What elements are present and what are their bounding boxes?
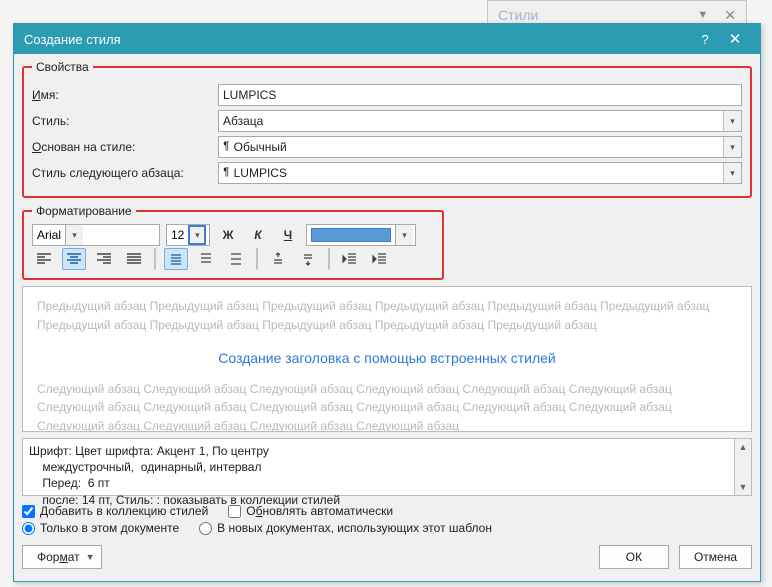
create-style-dialog: Создание стиля ? ✕ Свойства Имя: Стиль: …: [13, 23, 761, 582]
next-style-label: Стиль следующего абзаца:: [32, 166, 218, 180]
desc-line: междустрочный, одинарный, интервал: [29, 459, 728, 475]
font-combo[interactable]: Arial ▾: [32, 224, 160, 246]
line-spacing-15-button[interactable]: [194, 248, 218, 270]
font-color-combo[interactable]: ▾: [306, 224, 416, 246]
italic-button[interactable]: К: [246, 224, 270, 246]
decrease-indent-button[interactable]: [338, 248, 362, 270]
close-button[interactable]: ✕: [720, 30, 750, 48]
preview-box: Предыдущий абзац Предыдущий абзац Предыд…: [22, 286, 752, 432]
preview-next-para: Следующий абзац Следующий абзац Следующи…: [37, 380, 737, 432]
format-button[interactable]: Формат▼: [22, 545, 102, 569]
next-style-value: LUMPICS: [234, 166, 287, 180]
underline-button[interactable]: Ч: [276, 224, 300, 246]
font-size-combo[interactable]: 12 ▾: [166, 224, 210, 246]
line-spacing-2-button[interactable]: [224, 248, 248, 270]
pilcrow-icon: ¶: [223, 141, 230, 153]
preview-prev-para: Предыдущий абзац Предыдущий абзац Предыд…: [37, 297, 737, 334]
scroll-down-icon[interactable]: ▼: [735, 479, 751, 495]
ok-button[interactable]: ОК: [599, 545, 669, 569]
align-right-button[interactable]: [92, 248, 116, 270]
chevron-down-icon[interactable]: ▾: [723, 137, 741, 157]
desc-line: Перед: 6 пт: [29, 475, 728, 491]
chevron-down-icon[interactable]: ▾: [395, 225, 413, 245]
style-type-value: Абзаца: [223, 114, 263, 128]
name-label: Имя:: [32, 88, 218, 102]
pilcrow-icon: ¶: [223, 167, 230, 179]
properties-legend: Свойства: [32, 60, 93, 74]
scrollbar[interactable]: ▲ ▼: [734, 439, 751, 495]
dialog-titlebar: Создание стиля ? ✕: [14, 24, 760, 54]
chevron-down-icon[interactable]: ▼: [697, 9, 708, 21]
font-value: Arial: [33, 228, 65, 242]
styles-pane-label: Стили: [498, 7, 538, 23]
new-docs-radio[interactable]: В новых документах, использующих этот ша…: [199, 521, 492, 535]
space-before-button[interactable]: [266, 248, 290, 270]
separator: [328, 248, 330, 270]
cancel-button[interactable]: Отмена: [679, 545, 752, 569]
close-icon[interactable]: ✕: [716, 7, 736, 24]
align-justify-button[interactable]: [122, 248, 146, 270]
space-after-button[interactable]: [296, 248, 320, 270]
align-left-button[interactable]: [32, 248, 56, 270]
chevron-down-icon[interactable]: ▾: [188, 225, 206, 245]
only-this-doc-radio[interactable]: Только в этом документе: [22, 521, 179, 535]
based-on-select[interactable]: ¶ Обычный ▾: [218, 136, 742, 158]
increase-indent-button[interactable]: [368, 248, 392, 270]
description-box: Шрифт: Цвет шрифта: Акцент 1, По центру …: [22, 438, 752, 496]
description-text: Шрифт: Цвет шрифта: Акцент 1, По центру …: [23, 439, 734, 495]
font-size-value: 12: [167, 228, 188, 242]
based-on-label: Основан на стиле:: [32, 140, 218, 154]
color-swatch: [311, 228, 391, 242]
line-spacing-1-button[interactable]: [164, 248, 188, 270]
chevron-down-icon[interactable]: ▾: [723, 163, 741, 183]
desc-line: Шрифт: Цвет шрифта: Акцент 1, По центру: [29, 443, 728, 459]
dialog-title: Создание стиля: [24, 32, 690, 47]
align-center-button[interactable]: [62, 248, 86, 270]
properties-group: Свойства Имя: Стиль: Абзаца ▾ Основ: [22, 60, 752, 198]
next-style-select[interactable]: ¶ LUMPICS ▾: [218, 162, 742, 184]
scroll-up-icon[interactable]: ▲: [735, 439, 751, 455]
type-label: Стиль:: [32, 114, 218, 128]
help-button[interactable]: ?: [690, 32, 720, 47]
preview-sample: Создание заголовка с помощью встроенных …: [37, 348, 737, 370]
chevron-down-icon[interactable]: ▾: [723, 111, 741, 131]
formatting-legend: Форматирование: [32, 204, 136, 218]
based-on-value: Обычный: [234, 140, 287, 154]
chevron-down-icon[interactable]: ▾: [65, 225, 83, 245]
auto-update-checkbox[interactable]: Обновлять автоматически: [228, 504, 393, 518]
separator: [154, 248, 156, 270]
add-to-gallery-checkbox[interactable]: Добавить в коллекцию стилей: [22, 504, 208, 518]
formatting-group: Форматирование Arial ▾ 12 ▾ Ж К Ч: [22, 204, 444, 280]
separator: [256, 248, 258, 270]
bold-button[interactable]: Ж: [216, 224, 240, 246]
style-type-select[interactable]: Абзаца ▾: [218, 110, 742, 132]
name-input[interactable]: [218, 84, 742, 106]
